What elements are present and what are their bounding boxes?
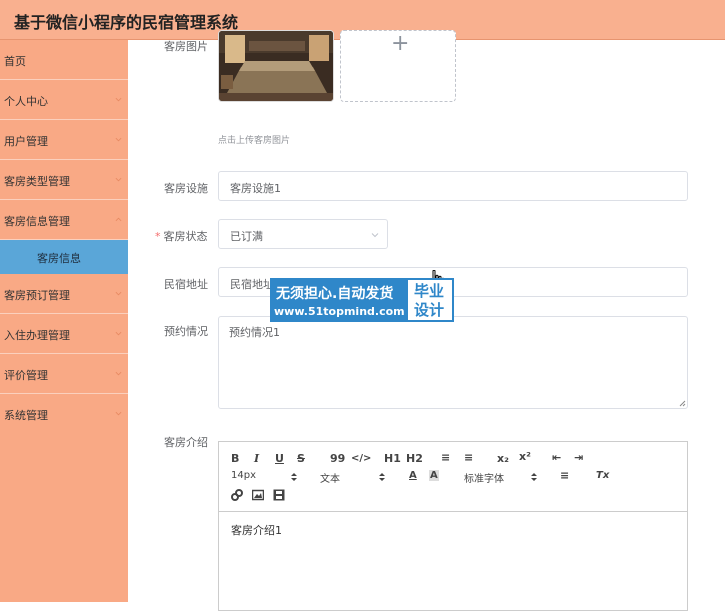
facility-label: 客房设施	[164, 182, 208, 195]
sidebar-item-label: 客房信息管理	[4, 215, 70, 228]
code-button[interactable]: </>	[351, 453, 371, 464]
watermark-banner: 无须担心.自动发货 www.51topmind.com 毕业设计	[270, 278, 454, 322]
select-arrows-icon	[291, 473, 297, 481]
font-size-select[interactable]: 14px	[231, 470, 256, 481]
sidebar-item-home[interactable]: 首页	[0, 40, 128, 80]
address-label: 民宿地址	[164, 278, 208, 291]
h2-button[interactable]: H2	[406, 452, 423, 465]
watermark-badge-text: 毕业设计	[414, 282, 445, 319]
outdent-button[interactable]: ⇤	[552, 451, 561, 464]
link-icon[interactable]	[231, 489, 243, 501]
clean-format-button[interactable]: Tx	[596, 470, 609, 481]
facility-input-value: 客房设施1	[230, 182, 281, 195]
sidebar-item-label: 用户管理	[4, 135, 48, 148]
watermark-line1: 无须担心.自动发货	[276, 286, 394, 302]
watermark-left: 无须担心.自动发货 www.51topmind.com	[270, 278, 406, 322]
chevron-up-icon	[115, 217, 122, 222]
booking-label: 预约情况	[164, 325, 208, 338]
italic-button[interactable]: I	[254, 452, 259, 465]
room-photo-thumbnail[interactable]	[218, 30, 334, 102]
booking-textarea-value: 预约情况1	[229, 326, 280, 339]
room-photo-label: 客房图片	[164, 40, 208, 53]
status-label-text: 客房状态	[163, 230, 208, 243]
chevron-down-icon	[115, 331, 122, 336]
chevron-down-icon	[115, 177, 122, 182]
sidebar-item-personal-center[interactable]: 个人中心	[0, 80, 128, 120]
sidebar-item-checkin-management[interactable]: 入住办理管理	[0, 314, 128, 354]
facility-input[interactable]: 客房设施1	[218, 171, 688, 201]
sidebar-item-room-type-management[interactable]: 客房类型管理	[0, 160, 128, 200]
video-icon[interactable]	[273, 489, 285, 501]
booking-textarea[interactable]: 预约情况1	[218, 316, 688, 409]
ordered-list-button[interactable]: ≡	[441, 451, 450, 464]
sidebar-item-user-management[interactable]: 用户管理	[0, 120, 128, 160]
sidebar-item-label: 个人中心	[4, 95, 48, 108]
chevron-down-icon	[115, 411, 122, 416]
sidebar-item-booking-management[interactable]: 客房预订管理	[0, 274, 128, 314]
font-color-button[interactable]: A	[409, 470, 417, 481]
strike-button[interactable]: S	[297, 452, 305, 465]
bullet-list-button[interactable]: ≡	[464, 451, 473, 464]
sidebar: 首页 个人中心 用户管理 客房类型管理 客房信息管理 客房信息 客房预订管理 入…	[0, 40, 128, 602]
resize-handle-icon[interactable]	[679, 400, 686, 407]
watermark-line2: www.51topmind.com	[274, 305, 405, 318]
editor-content: 客房介绍1	[231, 524, 282, 537]
status-select[interactable]: 已订满	[218, 219, 388, 249]
chevron-down-icon	[115, 291, 122, 296]
align-button[interactable]: ≡	[560, 469, 569, 482]
sidebar-subitem-room-info[interactable]: 客房信息	[0, 240, 128, 274]
editor-toolbar: B I U S 99 </> H1 H2 ≡ ≡ x₂ x² ⇤ ⇥ 14px …	[219, 442, 687, 512]
photo-upload-button[interactable]: +	[340, 30, 456, 102]
superscript-button[interactable]: x²	[519, 450, 531, 463]
status-select-value: 已订满	[230, 230, 263, 243]
select-arrows-icon	[531, 473, 537, 481]
h1-button[interactable]: H1	[384, 452, 401, 465]
chevron-down-icon	[115, 137, 122, 142]
upload-tip: 点击上传客房图片	[218, 136, 291, 146]
rich-text-editor[interactable]: B I U S 99 </> H1 H2 ≡ ≡ x₂ x² ⇤ ⇥ 14px …	[218, 441, 688, 611]
sidebar-item-label: 入住办理管理	[4, 329, 70, 342]
underline-button[interactable]: U	[275, 452, 284, 465]
sidebar-item-label: 客房类型管理	[4, 175, 70, 188]
chevron-down-icon	[371, 233, 379, 238]
sidebar-subitem-label: 客房信息	[37, 252, 81, 265]
plus-icon: +	[391, 31, 410, 56]
sidebar-item-label: 评价管理	[4, 369, 48, 382]
bold-button[interactable]: B	[231, 452, 239, 465]
watermark-badge: 毕业设计	[406, 278, 454, 322]
select-arrows-icon	[379, 473, 385, 481]
chevron-down-icon	[115, 371, 122, 376]
sidebar-item-label: 客房预订管理	[4, 289, 70, 302]
header-select[interactable]: 文本	[320, 470, 340, 485]
font-family-select[interactable]: 标准字体	[464, 470, 504, 485]
room-photo-image	[219, 31, 333, 101]
sidebar-item-label: 系统管理	[4, 409, 48, 422]
main-content: 客房图片 + 点击上传客房图片 客房设施 客房设施1 * 客房状态 已订满 民宿地…	[128, 30, 725, 611]
sidebar-item-review-management[interactable]: 评价管理	[0, 354, 128, 394]
sidebar-item-room-info-management[interactable]: 客房信息管理	[0, 200, 128, 240]
sidebar-item-label: 首页	[4, 55, 26, 68]
intro-label: 客房介绍	[164, 436, 208, 449]
chevron-down-icon	[115, 97, 122, 102]
indent-button[interactable]: ⇥	[574, 451, 583, 464]
image-icon[interactable]	[252, 489, 264, 501]
app-title: 基于微信小程序的民宿管理系统	[14, 13, 239, 32]
background-color-button[interactable]: A	[429, 470, 439, 481]
subscript-button[interactable]: x₂	[497, 452, 509, 465]
status-label: * 客房状态	[155, 228, 208, 244]
sidebar-item-system-management[interactable]: 系统管理	[0, 394, 128, 434]
required-marker: *	[155, 230, 161, 243]
quote-button[interactable]: 99	[330, 452, 345, 465]
